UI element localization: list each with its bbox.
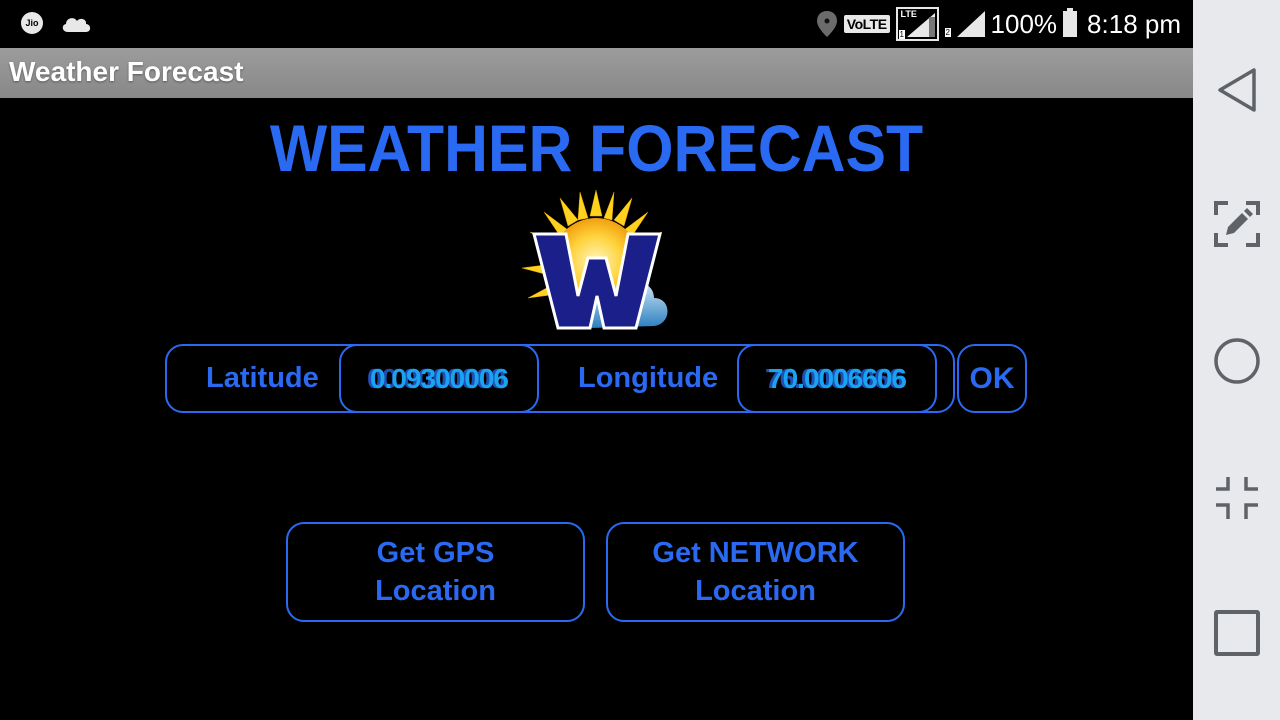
sim1-label: 1 [898, 30, 905, 39]
back-button[interactable] [1193, 62, 1280, 118]
jio-icon: Jio [21, 12, 43, 34]
latitude-label: Latitude [206, 362, 319, 394]
location-pin-icon [816, 11, 837, 37]
navigation-bar [1193, 0, 1280, 720]
clock: 8:18 pm [1087, 8, 1181, 39]
get-network-location-button[interactable]: Get NETWORK Location [606, 522, 905, 622]
home-icon [1213, 338, 1260, 384]
page-heading: WEATHER FORECAST [269, 111, 924, 185]
back-icon [1217, 68, 1256, 112]
cloud-icon [62, 18, 91, 32]
lte-signal-icon: LTE 1 [895, 7, 939, 41]
recents-icon [1213, 610, 1260, 656]
exit-fullscreen-button[interactable] [1193, 474, 1280, 522]
home-button[interactable] [1193, 334, 1280, 388]
screenshot-edit-icon [1213, 201, 1260, 247]
screenshot-edit-button[interactable] [1193, 196, 1280, 252]
action-bar: Weather Forecast [0, 48, 1193, 98]
sim2-label: 2 [944, 28, 951, 37]
latitude-value: 0.09300006 [370, 363, 509, 394]
volte-icon: VoLTE [843, 15, 890, 33]
longitude-value: 70.0006606 [768, 363, 907, 394]
longitude-label: Longitude [578, 362, 719, 394]
gps-button-line2: Location [375, 575, 496, 607]
battery-icon [1063, 8, 1078, 37]
recents-button[interactable] [1193, 608, 1280, 658]
signal-icon: 2 [944, 11, 985, 37]
coordinates-row: Latitude 00.0000000 0.09300006 Longitude… [165, 344, 955, 413]
network-button-line2: Location [695, 575, 816, 607]
exit-fullscreen-icon [1215, 477, 1258, 519]
get-gps-location-button[interactable]: Get GPS Location [286, 522, 585, 622]
network-button-line1: Get NETWORK [652, 537, 859, 569]
main-content: WEATHER FORECAST Latitude 00.0000000 0.0… [0, 98, 1193, 720]
weather-w-logo-icon [521, 189, 668, 330]
status-bar: Jio VoLTE LTE 1 2 100% 8:18 pm [0, 0, 1193, 48]
status-icons: VoLTE LTE 1 2 100% 8:18 pm [816, 0, 1181, 48]
battery-percent: 100% [990, 8, 1058, 39]
ok-button[interactable]: OK [957, 344, 1027, 413]
gps-button-line1: Get GPS [376, 537, 495, 569]
latitude-input[interactable]: 00.0000000 0.09300006 [339, 344, 539, 413]
app-title: Weather Forecast [9, 56, 244, 87]
longitude-input[interactable]: 76.0000066 70.0006606 [737, 344, 937, 413]
